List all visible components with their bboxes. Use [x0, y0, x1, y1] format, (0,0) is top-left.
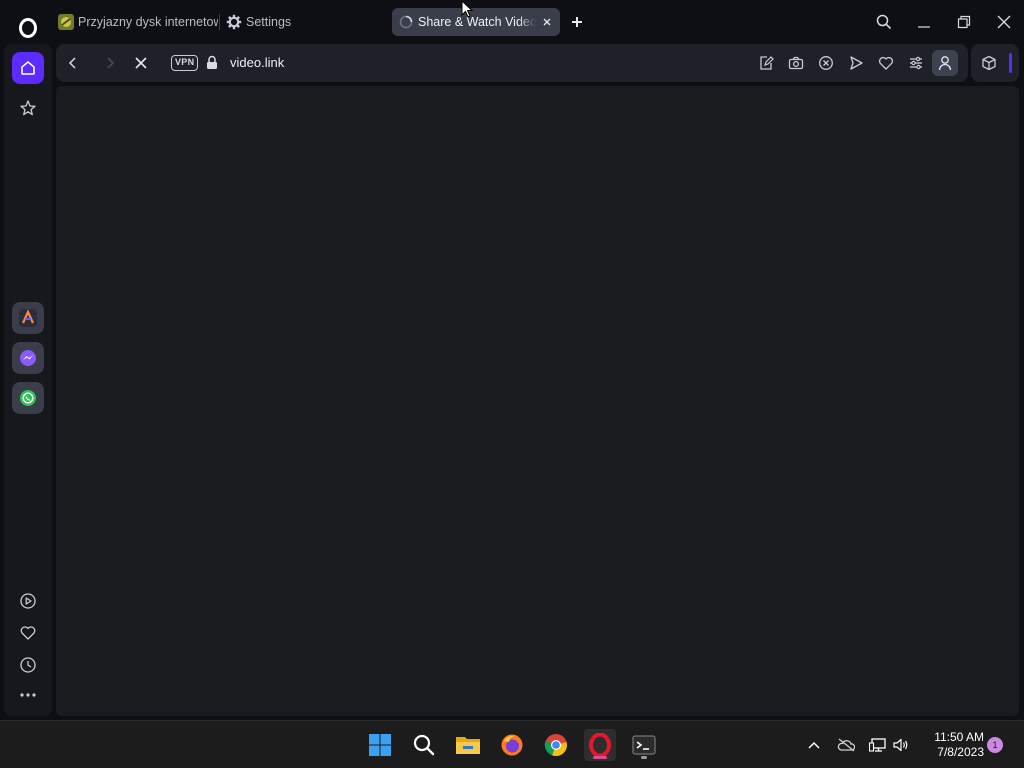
- loading-spinner-icon: [398, 14, 414, 30]
- sidebar-toggle-indicator[interactable]: [1009, 53, 1012, 73]
- opera-logo-icon[interactable]: [12, 12, 44, 44]
- camera-icon[interactable]: [786, 53, 806, 73]
- tab-settings[interactable]: Settings: [226, 8, 366, 36]
- heart-icon[interactable]: [876, 53, 896, 73]
- tab-label: Share & Watch Videos: [418, 15, 536, 29]
- whatsapp-icon[interactable]: [12, 382, 44, 414]
- lock-icon[interactable]: [206, 55, 220, 71]
- chevron-up-icon[interactable]: [804, 735, 824, 755]
- windows-start-icon[interactable]: [364, 729, 396, 761]
- minimize-icon[interactable]: [912, 10, 936, 34]
- tab-przyjazny-dysk[interactable]: Przyjazny dysk internetowy: [58, 8, 218, 36]
- site-favicon-icon: [58, 14, 74, 30]
- sidebar: [4, 44, 52, 716]
- stop-loading-icon[interactable]: [131, 53, 151, 73]
- url-text[interactable]: video.link: [230, 55, 284, 70]
- messenger-icon[interactable]: [12, 342, 44, 374]
- gear-icon: [226, 14, 242, 30]
- clock-date: 7/8/2023: [937, 745, 984, 759]
- page-content: [56, 86, 1019, 716]
- restore-icon[interactable]: [952, 10, 976, 34]
- clock[interactable]: 11:50 AM 7/8/2023: [918, 730, 984, 760]
- title-bar: Przyjazny dysk internetowy Settings Shar…: [0, 0, 1024, 44]
- firefox-icon[interactable]: [496, 729, 528, 761]
- tab-close-icon[interactable]: [540, 15, 554, 29]
- mouse-cursor-icon: [461, 0, 473, 18]
- search-icon[interactable]: [872, 10, 896, 34]
- chrome-icon[interactable]: [540, 729, 572, 761]
- back-icon[interactable]: [63, 53, 83, 73]
- taskbar: 11:50 AM 7/8/2023 1: [0, 720, 1024, 768]
- address-bar: VPN video.link: [56, 44, 968, 82]
- network-icon[interactable]: [868, 735, 888, 755]
- player-icon[interactable]: [12, 585, 44, 617]
- active-app-indicator: [593, 756, 607, 759]
- search-icon[interactable]: [408, 729, 440, 761]
- vpn-badge[interactable]: VPN: [171, 55, 199, 71]
- forward-icon[interactable]: [100, 53, 120, 73]
- heart-icon[interactable]: [12, 617, 44, 649]
- easy-setup-icon[interactable]: [906, 53, 926, 73]
- onedrive-icon[interactable]: [836, 735, 856, 755]
- close-icon[interactable]: [992, 10, 1016, 34]
- tab-share-watch-videos[interactable]: Share & Watch Videos: [392, 8, 560, 36]
- volume-icon[interactable]: [891, 735, 911, 755]
- aria-icon[interactable]: [12, 302, 44, 334]
- home-icon[interactable]: [12, 52, 44, 84]
- new-tab-icon[interactable]: [568, 13, 586, 31]
- terminal-icon[interactable]: [628, 729, 660, 761]
- extensions-bar: [971, 44, 1019, 82]
- history-icon[interactable]: [12, 649, 44, 681]
- snapshot-edit-icon[interactable]: [756, 53, 776, 73]
- send-icon[interactable]: [846, 53, 866, 73]
- star-icon[interactable]: [12, 92, 44, 124]
- profile-icon[interactable]: [932, 50, 958, 76]
- tab-divider: [219, 14, 220, 30]
- clock-time: 11:50 AM: [934, 730, 984, 744]
- running-app-indicator: [641, 756, 647, 759]
- more-icon[interactable]: [12, 679, 44, 711]
- notification-badge[interactable]: 1: [987, 737, 1003, 753]
- extensions-icon[interactable]: [979, 53, 999, 73]
- tab-label: Settings: [246, 15, 292, 29]
- tab-label: Przyjazny dysk internetowy: [78, 15, 218, 29]
- ad-block-icon[interactable]: [816, 53, 836, 73]
- file-explorer-icon[interactable]: [452, 729, 484, 761]
- opera-icon[interactable]: [584, 729, 616, 761]
